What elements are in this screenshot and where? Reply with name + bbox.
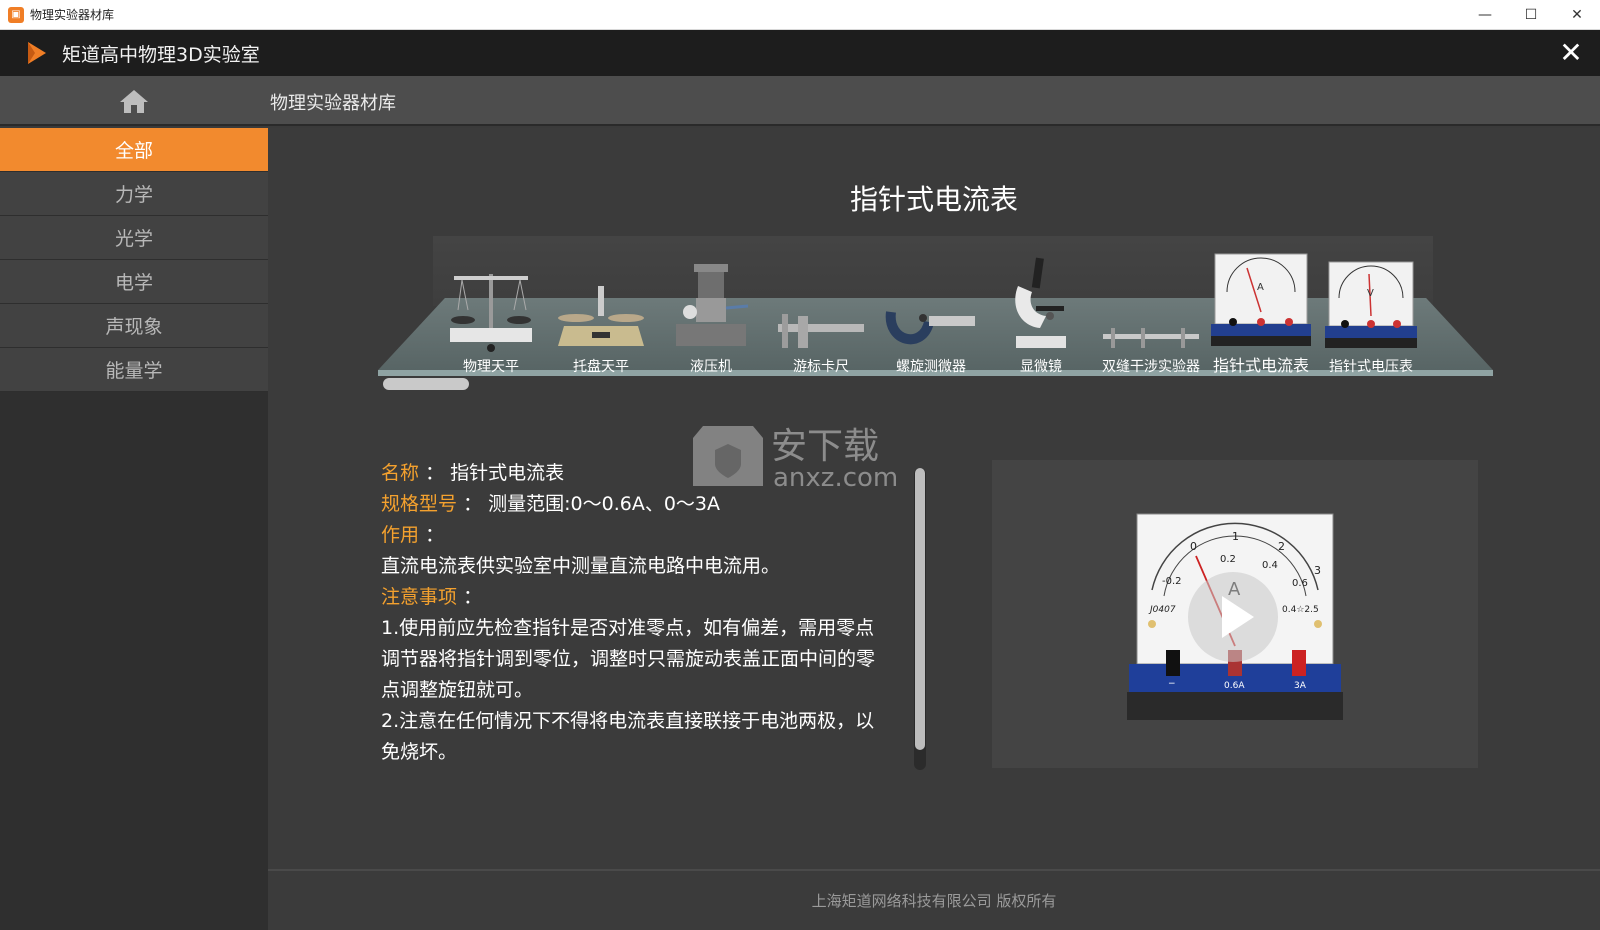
footer-copyright: 上海矩道网络科技有限公司 版权所有 bbox=[268, 871, 1600, 930]
equipment-label: 指针式电流表 bbox=[1212, 356, 1309, 375]
double-slit-icon bbox=[1103, 328, 1199, 348]
terminal-label: 3A bbox=[1294, 681, 1307, 691]
voltmeter-icon: V bbox=[1325, 261, 1417, 348]
watermark-domain: anxz.com bbox=[773, 463, 898, 493]
equipment-label: 显微镜 bbox=[1020, 359, 1062, 375]
equipment-label: 指针式电压表 bbox=[1329, 359, 1413, 375]
equipment-label: 游标卡尺 bbox=[793, 359, 849, 375]
window-controls: — ☐ ✕ bbox=[1462, 0, 1600, 30]
terminal-label: − bbox=[1168, 679, 1176, 689]
meter-accuracy: 0.4☆2.5 bbox=[1282, 605, 1319, 615]
home-button[interactable] bbox=[0, 76, 268, 126]
name-value: 指针式电流表 bbox=[450, 462, 565, 484]
shelf-scrollbar[interactable] bbox=[383, 378, 469, 390]
breadcrumb: 物理实验器材库 bbox=[270, 93, 396, 114]
scale-top-label: 3 bbox=[1314, 564, 1321, 577]
item-info: 名称 ： 指针式电流表 规格型号 ： 测量范围:0～0.6A、0～3A 作用 ：… bbox=[381, 458, 891, 768]
sidebar-item-electricity[interactable]: 电学 bbox=[0, 260, 268, 304]
meter-model: J0407 bbox=[1148, 605, 1176, 615]
app-header: 矩道高中物理3D实验室 ✕ bbox=[0, 30, 1600, 76]
microscope-icon bbox=[1015, 257, 1066, 348]
equipment-item[interactable]: 显微镜 bbox=[985, 246, 1097, 376]
equipment-shelf: 物理天平 托盘天平 液压机 游标卡尺 螺旋测微器 显微镜 双缝干涉实验器 A 指… bbox=[378, 236, 1493, 386]
equipment-label: 螺旋测微器 bbox=[896, 359, 966, 375]
tray-balance-icon bbox=[558, 286, 644, 346]
note-item: 1.使用前应先检查指针是否对准零点，如有偏差，需用零点调节器将指针调到零位，调整… bbox=[381, 617, 876, 701]
watermark-logo: 安下载 anxz.com bbox=[693, 426, 898, 493]
window-title: 物理实验器材库 bbox=[30, 8, 115, 22]
info-note-row: 注意事项 ： bbox=[381, 586, 483, 608]
scale-bottom-label: 0.4 bbox=[1262, 560, 1278, 571]
app-title: 矩道高中物理3D实验室 bbox=[62, 43, 260, 66]
sidebar-item-energy[interactable]: 能量学 bbox=[0, 348, 268, 392]
sidebar-item-acoustics[interactable]: 声现象 bbox=[0, 304, 268, 348]
app-window-icon: ▣ bbox=[8, 6, 24, 23]
equipment-label: 双缝干涉实验器 bbox=[1102, 359, 1200, 375]
equipment-label: 液压机 bbox=[690, 359, 732, 375]
note-item: 2.注意在任何情况下不得将电流表直接联接于电池两极，以免烧坏。 bbox=[381, 710, 875, 763]
toolbar: 物理实验器材库 bbox=[0, 76, 1600, 126]
info-scrollbar-thumb[interactable] bbox=[915, 468, 925, 750]
svg-text:A: A bbox=[1257, 282, 1264, 293]
ammeter-icon: A bbox=[1211, 253, 1311, 346]
hydraulic-press-icon bbox=[676, 264, 749, 346]
maximize-button[interactable]: ☐ bbox=[1508, 0, 1554, 30]
preview-video[interactable]: 0 1 2 3 -0.2 0.2 0.4 0.6 A J0407 0.4☆2.5… bbox=[992, 460, 1478, 768]
use-value: 直流电流表供实验室中测量直流电路中电流用。 bbox=[381, 555, 781, 577]
equipment-item[interactable]: 游标卡尺 bbox=[765, 246, 877, 376]
equipment-label: 物理天平 bbox=[463, 359, 519, 375]
note-label: 注意事项 bbox=[381, 586, 458, 608]
play-icon[interactable] bbox=[1188, 572, 1278, 662]
window-titlebar: ▣ 物理实验器材库 — ☐ ✕ bbox=[0, 0, 1600, 30]
vernier-caliper-icon bbox=[778, 314, 864, 348]
info-spec-row: 规格型号 ： 测量范围:0～0.6A、0～3A bbox=[381, 493, 721, 515]
equipment-item[interactable]: 托盘天平 bbox=[545, 246, 657, 376]
watermark-brand: 安下载 bbox=[771, 426, 879, 467]
scale-top-label: 1 bbox=[1232, 530, 1239, 543]
scale-top-label: 2 bbox=[1278, 540, 1285, 553]
balance-icon bbox=[450, 274, 532, 352]
equipment-item[interactable]: 双缝干涉实验器 bbox=[1095, 246, 1207, 376]
home-icon bbox=[120, 90, 148, 113]
app-close-button[interactable]: ✕ bbox=[1556, 38, 1586, 68]
use-label: 作用 bbox=[381, 524, 420, 546]
main-panel: 指针式电流表 物理天平 托盘天平 液压机 游标卡尺 螺旋测微器 显微镜 双缝干涉… bbox=[268, 128, 1600, 870]
window-close-button[interactable]: ✕ bbox=[1554, 0, 1600, 30]
spec-label: 规格型号 bbox=[381, 493, 458, 515]
scale-top-label: 0 bbox=[1190, 540, 1197, 553]
sidebar-item-mechanics[interactable]: 力学 bbox=[0, 172, 268, 216]
equipment-item[interactable]: 物理天平 bbox=[435, 246, 547, 376]
equipment-item[interactable]: V 指针式电压表 bbox=[1315, 246, 1427, 376]
equipment-item-selected[interactable]: A 指针式电流表 bbox=[1205, 246, 1317, 376]
info-use-row: 作用 ： bbox=[381, 524, 445, 546]
minimize-button[interactable]: — bbox=[1462, 0, 1508, 30]
scale-bottom-label: 0.6 bbox=[1292, 578, 1308, 589]
micrometer-icon bbox=[885, 311, 975, 345]
equipment-label: 托盘天平 bbox=[573, 359, 629, 375]
name-label: 名称 bbox=[381, 462, 420, 484]
svg-text:V: V bbox=[1367, 288, 1374, 299]
sidebar-item-optics[interactable]: 光学 bbox=[0, 216, 268, 260]
scale-bottom-label: 0.2 bbox=[1220, 554, 1236, 565]
item-title: 指针式电流表 bbox=[849, 183, 1018, 216]
scale-bottom-label: -0.2 bbox=[1162, 576, 1182, 587]
terminal-label: 0.6A bbox=[1224, 681, 1245, 691]
spec-value: 测量范围:0～0.6A、0～3A bbox=[488, 493, 721, 515]
equipment-item[interactable]: 液压机 bbox=[655, 246, 767, 376]
sidebar: 全部 力学 光学 电学 声现象 能量学 bbox=[0, 128, 268, 930]
logo-icon bbox=[28, 42, 46, 64]
sidebar-item-all[interactable]: 全部 bbox=[0, 128, 268, 172]
equipment-item[interactable]: 螺旋测微器 bbox=[875, 246, 987, 376]
